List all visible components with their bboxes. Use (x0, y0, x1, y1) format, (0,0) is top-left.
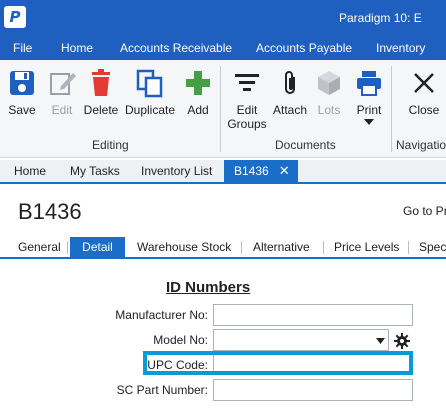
model-no-field[interactable] (213, 329, 389, 351)
tab-inventory-list[interactable]: Inventory List (137, 160, 216, 182)
print-dropdown-icon[interactable] (364, 119, 374, 125)
tab-warehouse-stock[interactable]: Warehouse Stock (131, 237, 237, 257)
tab-b1436[interactable]: B1436 ✕ (224, 160, 298, 182)
upc-code-highlight (143, 351, 413, 375)
print-button[interactable]: Print (352, 68, 386, 125)
add-label: Add (187, 103, 209, 117)
tab-divider (408, 241, 409, 254)
tab-alternative[interactable]: Alternative (247, 237, 316, 257)
edit-groups-label-line2: Groups (227, 117, 267, 131)
lots-icon (318, 71, 340, 95)
document-tab-strip: Home My Tasks Inventory List B1436 ✕ (0, 160, 446, 184)
duplicate-icon (136, 69, 163, 98)
add-icon (186, 71, 210, 95)
go-to-link[interactable]: Go to Pr (403, 204, 446, 218)
delete-label: Delete (83, 103, 119, 117)
title-bar: P Paradigm 10: E (0, 0, 446, 36)
menu-accounts-receivable[interactable]: Accounts Receivable (120, 41, 232, 55)
attach-icon (285, 71, 295, 94)
edit-groups-button[interactable]: Edit Groups (226, 68, 268, 131)
save-button[interactable]: Save (6, 68, 38, 117)
page-title: B1436 (18, 199, 82, 224)
print-label: Print (356, 103, 382, 117)
close-button[interactable]: Close (406, 68, 442, 117)
menu-inventory[interactable]: Inventory (376, 41, 425, 55)
app-logo-icon: P (4, 6, 26, 28)
lots-button[interactable]: Lots (314, 68, 344, 117)
menu-bar: File Home Accounts Receivable Accounts P… (0, 36, 446, 60)
edit-groups-icon (235, 74, 259, 91)
tab-divider (241, 241, 242, 254)
ribbon-divider (391, 66, 392, 152)
tab-general[interactable]: General (12, 237, 67, 257)
attach-label: Attach (272, 103, 308, 117)
tab-detail[interactable]: Detail (70, 237, 125, 257)
documents-group-label: Documents (275, 138, 336, 152)
editing-group-label: Editing (92, 138, 129, 152)
model-dropdown-icon[interactable] (376, 338, 385, 344)
attach-button[interactable]: Attach (272, 68, 308, 117)
detail-tab-strip: General Detail Warehouse Stock Alternati… (0, 237, 446, 259)
app-title: Paradigm 10: E (339, 11, 422, 25)
close-label: Close (408, 103, 440, 117)
edit-button[interactable]: Edit (46, 68, 78, 117)
sc-part-number-label: SC Part Number: (116, 383, 208, 397)
tab-my-tasks[interactable]: My Tasks (66, 160, 124, 182)
add-button[interactable]: Add (182, 68, 214, 117)
duplicate-label: Duplicate (124, 103, 176, 117)
manufacturer-no-label: Manufacturer No: (115, 308, 208, 322)
duplicate-button[interactable]: Duplicate (124, 68, 176, 117)
manufacturer-no-field[interactable] (213, 304, 413, 326)
edit-icon (50, 73, 76, 95)
navigation-group-label: Navigation (396, 138, 446, 152)
edit-label: Edit (51, 103, 73, 117)
print-icon (357, 71, 381, 96)
menu-accounts-payable[interactable]: Accounts Payable (256, 41, 352, 55)
menu-home[interactable]: Home (61, 41, 93, 55)
save-icon (10, 71, 34, 95)
close-icon (414, 73, 434, 93)
tab-b1436-label: B1436 (234, 164, 269, 178)
model-no-label: Model No: (153, 333, 208, 347)
menu-file[interactable]: File (13, 41, 32, 55)
tab-home[interactable]: Home (10, 160, 50, 182)
tab-divider (323, 241, 324, 254)
delete-icon (92, 69, 110, 96)
delete-button[interactable]: Delete (82, 68, 120, 117)
section-title: ID Numbers (166, 279, 251, 296)
lots-label: Lots (317, 103, 341, 117)
ribbon: Save Edit Delete Duplicate Add Editing E… (0, 60, 446, 158)
sc-part-number-field[interactable] (213, 379, 413, 401)
ribbon-divider (220, 66, 221, 152)
gear-icon[interactable] (394, 333, 410, 349)
save-label: Save (8, 103, 36, 117)
tab-spec[interactable]: Spec (413, 237, 446, 257)
edit-groups-label-line1: Edit (236, 103, 258, 117)
tab-price-levels[interactable]: Price Levels (328, 237, 405, 257)
tab-divider (67, 241, 68, 254)
close-tab-icon[interactable]: ✕ (279, 163, 290, 178)
